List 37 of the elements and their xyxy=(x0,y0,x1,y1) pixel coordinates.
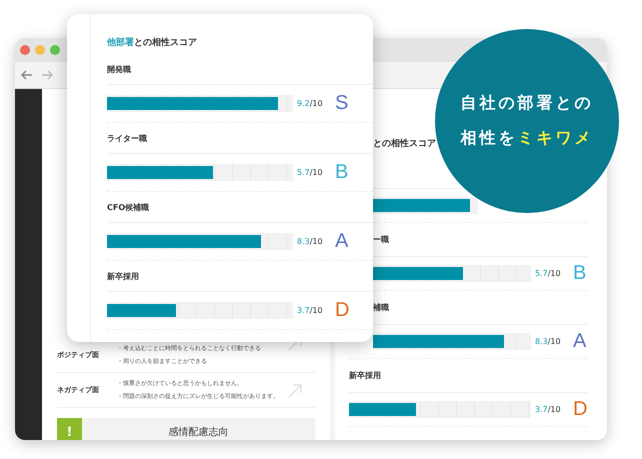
score-max: /10 xyxy=(310,99,323,108)
row-label: 補職 xyxy=(373,302,389,313)
badge-text: 相性を ミキワメ xyxy=(460,128,594,149)
grade-letter: D xyxy=(573,398,588,421)
back-arrow-icon xyxy=(21,70,33,80)
arrow-icon xyxy=(287,383,303,399)
section-title: 感情配慮志向 xyxy=(168,426,230,439)
score-max: /10 xyxy=(548,337,561,346)
score-max: /10 xyxy=(310,237,323,246)
grade-letter: S xyxy=(335,92,348,115)
score-value: 3.7 xyxy=(297,306,310,315)
score-value: 5.7 xyxy=(297,168,310,177)
score-value: 3.7 xyxy=(535,405,548,414)
forward-arrow-icon xyxy=(41,70,53,80)
section-heading: との相性スコア xyxy=(373,137,436,150)
card-title: 他部署との相性スコア xyxy=(107,36,198,50)
exclamation-icon: ! xyxy=(57,418,82,440)
score-value: 8.3 xyxy=(297,237,310,246)
score-max: /10 xyxy=(310,168,323,177)
row-label: ライター職 xyxy=(107,132,147,144)
badge-text: 自社の部署との xyxy=(460,93,594,114)
score-max: /10 xyxy=(310,306,323,315)
row-label: 新卒採用 xyxy=(107,270,139,282)
grade-letter: B xyxy=(573,262,586,285)
grade-letter: A xyxy=(573,330,586,353)
row-label: ー職 xyxy=(373,234,389,245)
score-max: /10 xyxy=(548,269,561,278)
grade-letter: A xyxy=(335,230,348,253)
score-value: 8.3 xyxy=(535,337,548,346)
row-label: CFO候補職 xyxy=(107,202,150,212)
score-value: 9.2 xyxy=(297,99,310,108)
score-max: /10 xyxy=(548,405,561,414)
grade-letter: D xyxy=(335,299,350,322)
grade-letter: B xyxy=(335,161,348,184)
row-label: 新卒採用 xyxy=(349,370,381,381)
score-value: 5.7 xyxy=(535,269,548,278)
row-label: 開発職 xyxy=(107,64,131,74)
